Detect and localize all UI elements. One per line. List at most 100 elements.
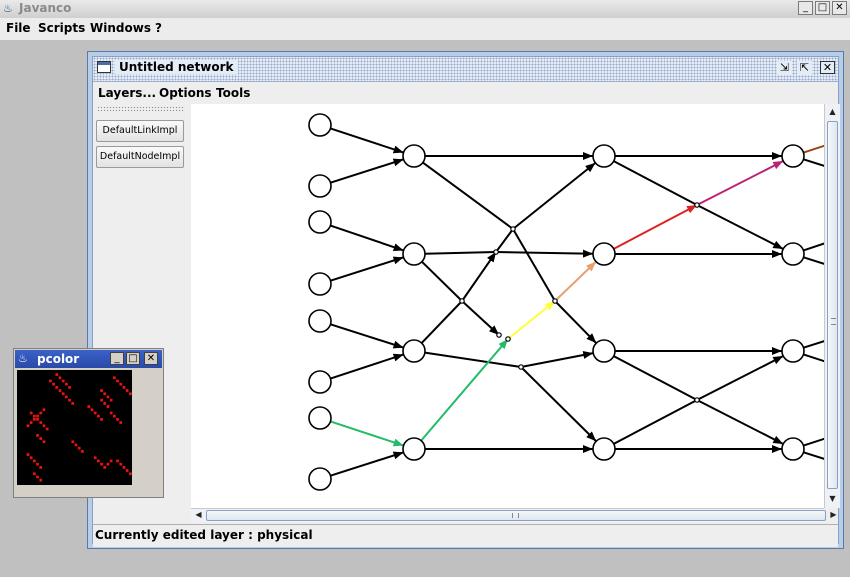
scroll-up-arrow[interactable]: ▲	[825, 105, 840, 119]
default-node-impl-button[interactable]: DefaultNodeImpl	[96, 146, 184, 168]
maximize-frame-button[interactable]: ⇱	[797, 61, 812, 75]
network-window-title-bar[interactable]: Untitled network ⇲ ⇱ ✕	[93, 57, 838, 82]
menu-file[interactable]: File	[6, 21, 31, 35]
network-link[interactable]	[512, 162, 597, 230]
network-link[interactable]	[461, 300, 500, 336]
network-link[interactable]	[461, 251, 497, 302]
network-node[interactable]	[308, 113, 332, 137]
network-node[interactable]	[592, 437, 616, 461]
scroll-down-arrow[interactable]: ▼	[825, 492, 840, 506]
close-frame-button[interactable]: ✕	[820, 61, 835, 74]
network-node[interactable]	[308, 467, 332, 491]
network-node[interactable]	[592, 242, 616, 266]
network-link[interactable]	[330, 353, 404, 380]
network-node[interactable]	[402, 144, 426, 168]
network-link[interactable]	[803, 226, 850, 252]
network-node[interactable]	[308, 210, 332, 234]
network-node[interactable]	[308, 272, 332, 296]
network-node[interactable]	[592, 144, 616, 168]
horizontal-scroll-thumb[interactable]	[206, 510, 826, 521]
pcolor-cell	[77, 446, 81, 450]
menu-windows[interactable]: Windows	[90, 21, 151, 35]
network-link[interactable]	[803, 353, 850, 378]
menu-scripts[interactable]: Scripts	[38, 21, 85, 35]
network-link[interactable]	[330, 127, 404, 154]
maximize-button[interactable]: □	[815, 1, 830, 15]
menu-help[interactable]: ?	[155, 21, 162, 35]
network-link[interactable]	[424, 251, 497, 255]
network-link[interactable]	[696, 204, 784, 250]
network-link[interactable]	[330, 323, 404, 349]
highlighted-path-link[interactable]	[330, 420, 404, 447]
network-link[interactable]	[421, 260, 463, 302]
close-button[interactable]: ✕	[832, 1, 847, 15]
network-link[interactable]	[803, 256, 850, 280]
link-junction[interactable]	[496, 332, 502, 338]
network-node[interactable]	[781, 339, 805, 363]
link-junction[interactable]	[694, 202, 700, 208]
iconify-button[interactable]: ⇲	[777, 61, 792, 75]
network-node[interactable]	[308, 406, 332, 430]
vertical-scrollbar[interactable]: ▲ ▼	[824, 104, 840, 508]
minimize-button[interactable]: _	[798, 1, 813, 15]
menu-tools[interactable]: Tools	[216, 86, 250, 100]
network-link[interactable]	[495, 228, 514, 253]
network-link[interactable]	[520, 366, 597, 442]
link-junction[interactable]	[552, 298, 558, 304]
link-junction[interactable]	[694, 397, 700, 403]
network-link[interactable]	[422, 161, 514, 230]
network-canvas[interactable]	[191, 104, 850, 508]
network-link[interactable]	[424, 351, 522, 368]
network-link[interactable]	[803, 421, 850, 447]
link-junction[interactable]	[459, 298, 465, 304]
highlighted-path-link[interactable]	[613, 204, 698, 250]
network-link[interactable]	[803, 451, 850, 475]
network-node[interactable]	[781, 242, 805, 266]
network-link[interactable]	[554, 300, 598, 344]
scroll-left-arrow[interactable]: ◀	[191, 509, 206, 523]
minimize-button[interactable]: _	[110, 352, 124, 365]
network-link[interactable]	[803, 158, 850, 182]
network-node[interactable]	[308, 309, 332, 333]
network-link[interactable]	[420, 300, 463, 344]
network-node[interactable]	[781, 144, 805, 168]
network-link[interactable]	[512, 228, 556, 302]
link-junction[interactable]	[518, 364, 524, 370]
network-node[interactable]	[402, 437, 426, 461]
network-node[interactable]	[308, 370, 332, 394]
menu-layers[interactable]: Layers...	[98, 86, 156, 100]
link-junction[interactable]	[510, 226, 516, 232]
network-link[interactable]	[803, 324, 850, 349]
pcolor-title-bar[interactable]: ♨ pcolor _ □ ✕	[15, 350, 162, 368]
network-link[interactable]	[330, 224, 404, 252]
network-link[interactable]	[613, 355, 698, 401]
highlighted-path-link[interactable]	[696, 160, 784, 206]
link-junction[interactable]	[505, 336, 511, 342]
network-link[interactable]	[495, 249, 594, 258]
link-junction[interactable]	[493, 249, 499, 255]
network-link[interactable]	[613, 399, 698, 445]
highlighted-path-link[interactable]	[554, 260, 597, 302]
horizontal-scrollbar[interactable]: ◀	[191, 508, 826, 523]
scroll-right-arrow[interactable]: ▶	[826, 509, 841, 523]
menu-options[interactable]: Options	[159, 86, 212, 100]
default-link-impl-button[interactable]: DefaultLinkImpl	[96, 120, 184, 142]
network-link[interactable]	[696, 355, 784, 401]
maximize-button[interactable]: □	[126, 352, 140, 365]
highlighted-path-link[interactable]	[803, 128, 850, 154]
network-node[interactable]	[402, 242, 426, 266]
highlighted-path-link[interactable]	[507, 300, 556, 340]
network-node[interactable]	[308, 174, 332, 198]
network-node[interactable]	[781, 437, 805, 461]
vertical-scroll-thumb[interactable]	[827, 121, 838, 489]
network-link[interactable]	[330, 451, 404, 477]
network-link[interactable]	[696, 399, 784, 445]
network-link[interactable]	[520, 351, 594, 368]
network-link[interactable]	[330, 256, 404, 282]
panel-grip[interactable]	[97, 106, 185, 112]
close-button[interactable]: ✕	[144, 352, 158, 365]
network-link[interactable]	[330, 158, 404, 184]
network-link[interactable]	[613, 160, 698, 206]
network-node[interactable]	[402, 339, 426, 363]
network-node[interactable]	[592, 339, 616, 363]
